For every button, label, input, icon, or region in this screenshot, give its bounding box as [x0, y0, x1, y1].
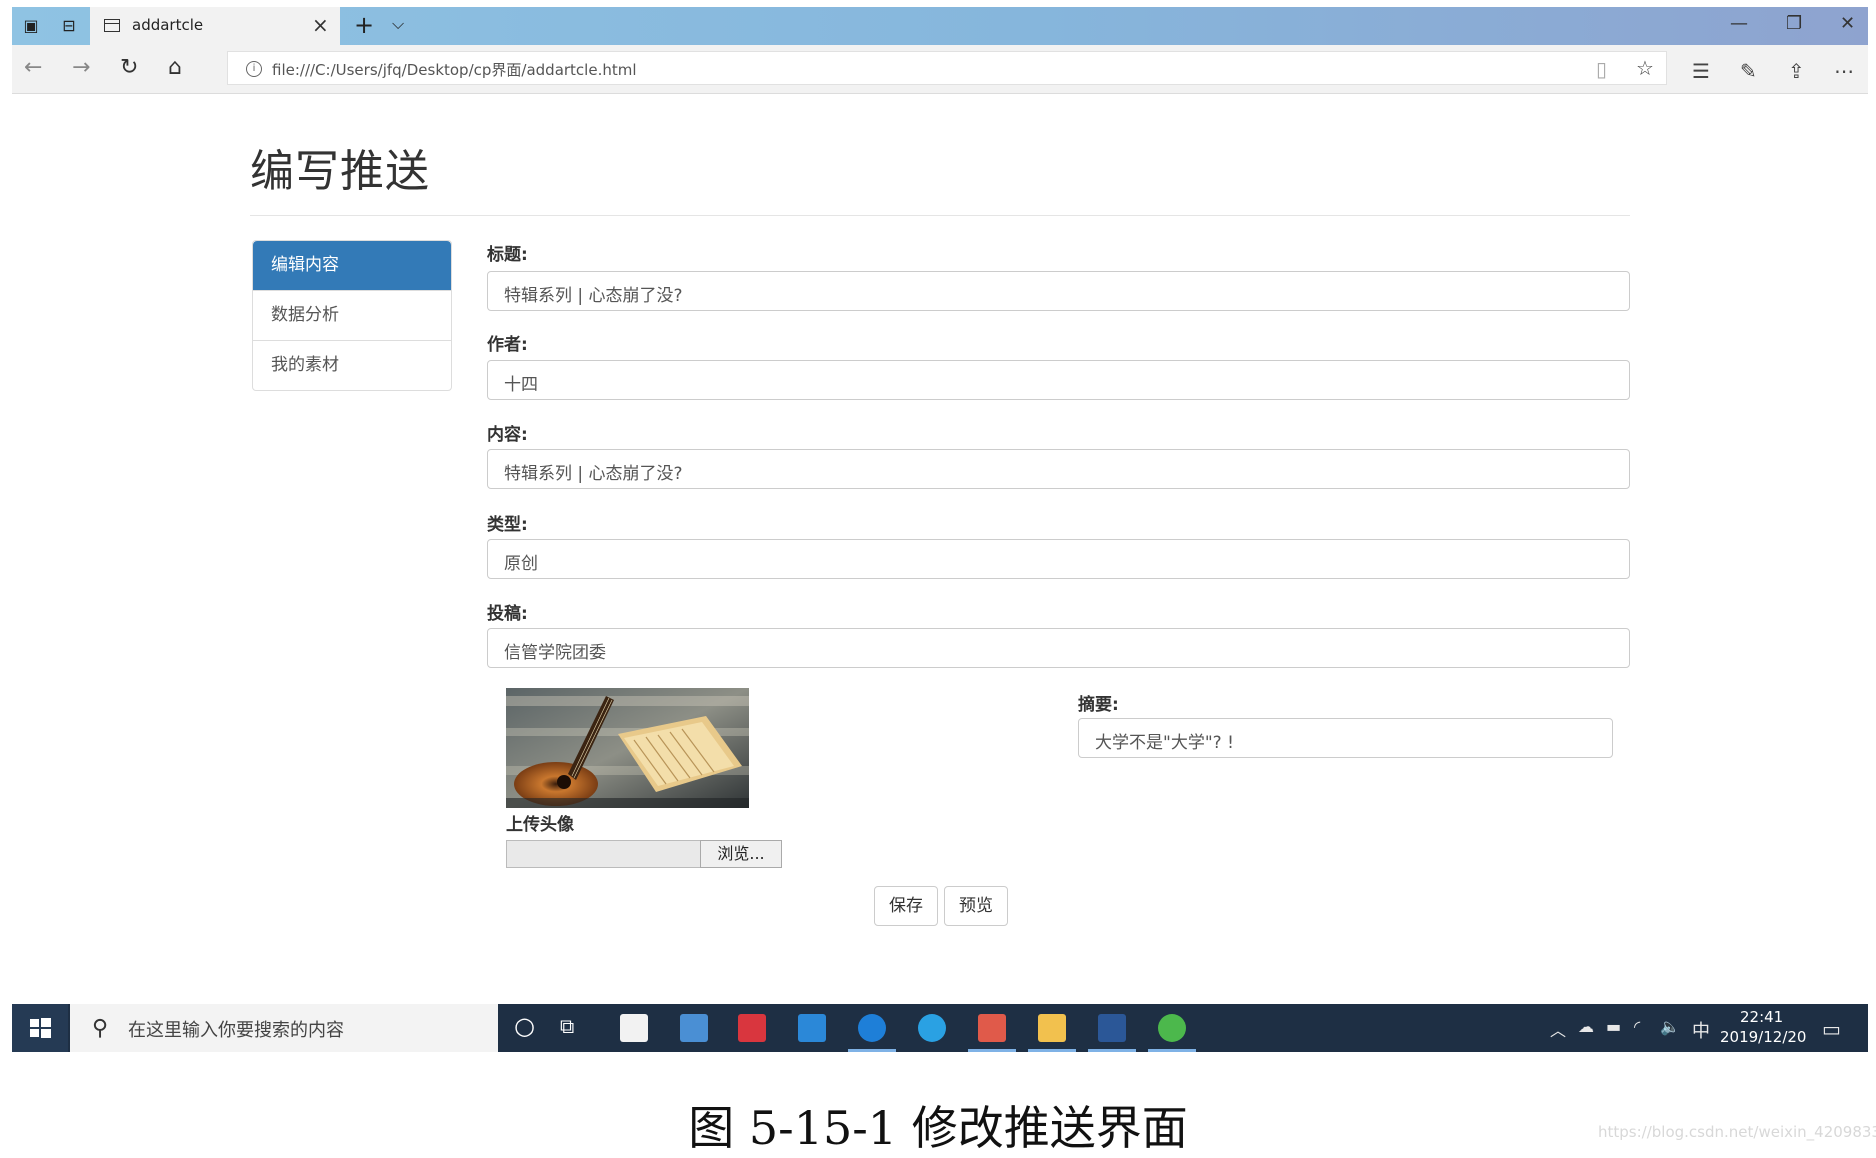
volume-muted-icon[interactable]: 🔈 [1660, 1017, 1680, 1036]
browser-toolbar: ← → ↻ ⌂ i file:///C:/Users/jfq/Desktop/c… [12, 45, 1868, 94]
windows-logo-icon [30, 1018, 51, 1038]
browse-button[interactable]: 浏览... [700, 840, 782, 868]
notes-pen-icon[interactable]: ✎ [1740, 59, 1757, 83]
app-pencil-indicator [968, 1049, 1016, 1052]
show-hidden-icons-chevron-icon[interactable]: ︿ [1550, 1017, 1566, 1041]
title-label: 标题: [487, 245, 528, 265]
tab-preview-chevron-icon[interactable]: ⌵ [392, 14, 404, 34]
wechat-icon[interactable] [1158, 1014, 1186, 1042]
close-window-icon[interactable]: ✕ [1840, 13, 1855, 34]
save-button[interactable]: 保存 [874, 886, 938, 926]
author-input[interactable]: 十四 [487, 360, 1630, 400]
page-title: 编写推送 [250, 146, 430, 197]
edge-icon[interactable] [858, 1014, 886, 1042]
search-placeholder: 在这里输入你要搜索的内容 [128, 1020, 344, 1041]
action-center-icon[interactable]: ▭ [1822, 1017, 1841, 1041]
browser-title-bar: ▣ ⊟ addartcle × + ⌵ — ❐ ✕ [12, 7, 1868, 45]
title-input[interactable]: 特辑系列 | 心态崩了没? [487, 271, 1630, 311]
contribute-label: 投稿: [487, 604, 528, 624]
wechat-indicator [1148, 1049, 1196, 1052]
clock-date[interactable]: 2019/12/20 [1720, 1028, 1806, 1046]
ime-indicator[interactable]: 中 [1692, 1017, 1710, 1043]
internet-explorer-icon[interactable] [918, 1014, 946, 1042]
mail-icon[interactable] [680, 1014, 708, 1042]
content-input[interactable]: 特辑系列 | 心态崩了没? [487, 449, 1630, 489]
word-icon[interactable] [1098, 1014, 1126, 1042]
content-label: 内容: [487, 425, 528, 445]
windows-taskbar: ⚲ 在这里输入你要搜索的内容 ○ ⧉ ︿ ☁ ▬ ◜ 🔈 中 22:41 201… [12, 1004, 1868, 1052]
author-label: 作者: [487, 335, 528, 355]
close-tab-icon[interactable]: × [312, 13, 329, 37]
title-divider [250, 215, 1630, 216]
cortana-icon[interactable]: ○ [514, 1012, 535, 1040]
reading-view-icon[interactable]: ▯ [1596, 57, 1607, 81]
clock-time[interactable]: 22:41 [1740, 1008, 1783, 1026]
type-label: 类型: [487, 515, 528, 535]
sidebar-nav: 编辑内容 数据分析 我的素材 [252, 240, 452, 391]
home-icon[interactable]: ⌂ [168, 57, 182, 79]
show-tabs-aside-icon[interactable]: ⊟ [58, 15, 80, 37]
battery-icon[interactable]: ▬ [1606, 1017, 1621, 1036]
file-explorer-icon[interactable] [1038, 1014, 1066, 1042]
file-explorer-indicator [1028, 1049, 1076, 1052]
app-blue-icon[interactable] [798, 1014, 826, 1042]
sidebar-item-data-analysis[interactable]: 数据分析 [253, 290, 451, 340]
store-icon[interactable] [620, 1014, 648, 1042]
forward-icon[interactable]: → [72, 57, 90, 79]
taskbar-search-box[interactable]: ⚲ 在这里输入你要搜索的内容 [70, 1004, 498, 1052]
url-text: file:///C:/Users/jfq/Desktop/cp界面/addart… [272, 61, 637, 79]
avatar-preview-image [506, 688, 749, 808]
app-red-icon[interactable] [738, 1014, 766, 1042]
app-pencil-icon[interactable] [978, 1014, 1006, 1042]
figure-caption: 图 5-15-1 修改推送界面 [688, 1101, 1188, 1155]
share-icon[interactable]: ⇪ [1788, 59, 1805, 83]
tab-set-aside-icon[interactable]: ▣ [20, 15, 42, 37]
sidebar-item-edit-content[interactable]: 编辑内容 [253, 241, 451, 290]
restore-icon[interactable]: ❐ [1786, 13, 1802, 34]
search-icon: ⚲ [92, 1016, 109, 1041]
refresh-icon[interactable]: ↻ [120, 57, 138, 79]
address-bar[interactable]: i file:///C:/Users/jfq/Desktop/cp界面/adda… [227, 51, 1667, 85]
wifi-icon[interactable]: ◜ [1634, 1017, 1640, 1036]
summary-input[interactable]: 大学不是"大学"? ! [1078, 718, 1613, 758]
browser-tab[interactable]: addartcle × [90, 7, 340, 45]
file-path-field[interactable] [506, 840, 701, 868]
word-indicator [1088, 1049, 1136, 1052]
new-tab-icon[interactable]: + [354, 11, 374, 39]
favorite-star-icon[interactable]: ☆ [1636, 56, 1654, 80]
task-view-icon[interactable]: ⧉ [560, 1014, 574, 1038]
info-icon[interactable]: i [246, 61, 262, 77]
summary-label: 摘要: [1078, 695, 1119, 715]
onedrive-cloud-icon[interactable]: ☁ [1578, 1017, 1594, 1036]
more-menu-icon[interactable]: ⋯ [1834, 59, 1854, 83]
minimize-icon[interactable]: — [1730, 13, 1748, 34]
page-icon [104, 19, 120, 32]
type-input[interactable]: 原创 [487, 539, 1630, 579]
edge-active-indicator [848, 1049, 896, 1052]
preview-button[interactable]: 预览 [944, 886, 1008, 926]
contribute-input[interactable]: 信管学院团委 [487, 628, 1630, 668]
upload-avatar-label: 上传头像 [506, 815, 574, 835]
watermark: https://blog.csdn.net/weixin_42098332 [1598, 1123, 1876, 1141]
back-icon[interactable]: ← [24, 57, 42, 79]
sidebar-item-my-materials[interactable]: 我的素材 [253, 340, 451, 390]
start-button[interactable] [12, 1004, 68, 1052]
tab-title: addartcle [132, 16, 204, 34]
favorites-list-icon[interactable]: ☰ [1692, 59, 1710, 83]
